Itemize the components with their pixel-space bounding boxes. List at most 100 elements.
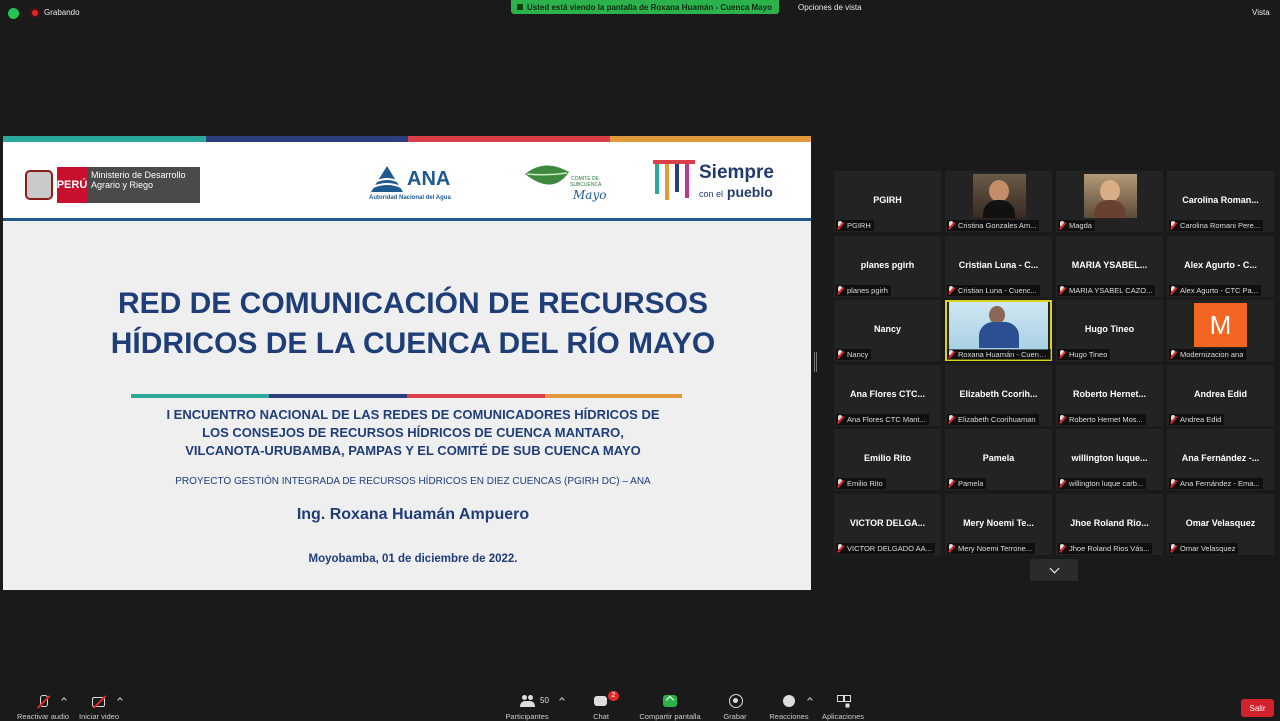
- participant-display-name: Ana Flores CTC...: [849, 389, 925, 399]
- participant-name-label: Modernizacion ana: [1180, 350, 1244, 359]
- participant-tile[interactable]: VICTOR DELGA... VICTOR DELGADO AA...: [834, 494, 941, 555]
- participant-name-label: Roberto Hernet Mos...: [1069, 415, 1143, 424]
- siempre-subline: con el pueblo: [699, 184, 773, 200]
- participant-tile[interactable]: Carolina Roman... Carolina Romani Pere...: [1167, 171, 1274, 232]
- participant-tile[interactable]: Elizabeth Ccorih... Elizabeth Ccorihuaman: [945, 365, 1052, 426]
- participant-name-tag: Elizabeth Ccorihuaman: [947, 414, 1039, 425]
- participant-tile[interactable]: Magda: [1056, 171, 1163, 232]
- video-options-caret-icon[interactable]: [117, 697, 123, 703]
- share-indicator-icon: [517, 4, 523, 10]
- record-icon: [728, 694, 743, 708]
- participant-name-label: willington luque carb...: [1069, 479, 1144, 488]
- peru-crest-icon: [25, 170, 53, 200]
- participant-name-label: Alex Agurto - CTC Pa...: [1180, 286, 1258, 295]
- participants-icon: [520, 695, 535, 707]
- share-banner-text: Usted está viendo la pantalla de Roxana …: [527, 2, 772, 12]
- participant-display-name: Andrea Edid: [1193, 389, 1247, 399]
- muted-mic-icon: [836, 286, 844, 295]
- participant-name-label: Andrea Edid: [1180, 415, 1222, 424]
- participant-name-label: Carolina Romani Pere...: [1180, 221, 1261, 230]
- gallery-next-page-button[interactable]: [1030, 559, 1078, 581]
- participant-name-tag: Hugo Tineo: [1058, 349, 1111, 360]
- security-shield-icon[interactable]: [8, 8, 19, 19]
- muted-mic-icon: [36, 695, 50, 707]
- participant-name-tag: MARIA YSABEL CAZO...: [1058, 285, 1156, 296]
- peru-ministry-logo: PERÚ Ministerio de Desarrollo Agrario y …: [25, 166, 200, 204]
- apps-button[interactable]: Aplicaciones: [808, 688, 878, 721]
- mid-divider-navy: [269, 394, 407, 398]
- slide-subtitle-line-1: I ENCUENTRO NACIONAL DE LAS REDES DE COM…: [166, 407, 660, 422]
- participant-tile[interactable]: Omar Velasquez Omar Velasquez: [1167, 494, 1274, 555]
- participant-tile[interactable]: Nancy Nancy: [834, 300, 941, 361]
- participant-tile[interactable]: Andrea Edid Andrea Edid: [1167, 365, 1274, 426]
- participant-name-label: Cristian Luna - Cuenc...: [958, 286, 1037, 295]
- participant-tile[interactable]: Cristina Gonzales Am...: [945, 171, 1052, 232]
- muted-mic-icon: [1169, 479, 1177, 488]
- start-video-button[interactable]: Iniciar video: [64, 688, 134, 721]
- participant-display-name: Carolina Roman...: [1182, 195, 1259, 205]
- participant-display-name: Nancy: [873, 324, 901, 334]
- split-view-handle[interactable]: [814, 352, 817, 372]
- participant-tile[interactable]: planes pgirh planes pgirh: [834, 236, 941, 297]
- participant-name-tag: Ana Fernández - Ema...: [1169, 478, 1263, 489]
- participant-name-tag: Emilio Rito: [836, 478, 886, 489]
- participant-name-tag: Mery Noemi Terrone...: [947, 543, 1036, 554]
- participant-tile[interactable]: Jhoe Roland Rio... Jhoe Roland Rios Vás..…: [1056, 494, 1163, 555]
- mid-divider-orange: [545, 394, 682, 398]
- participant-name-label: Ana Fernández - Ema...: [1180, 479, 1260, 488]
- participant-tile[interactable]: Hugo Tineo Hugo Tineo: [1056, 300, 1163, 361]
- participant-name-label: Mery Noemi Terrone...: [958, 544, 1033, 553]
- participant-name-label: planes pgirh: [847, 286, 888, 295]
- slide-title-line-1: RED DE COMUNICACIÓN DE RECURSOS: [117, 287, 709, 320]
- participant-display-name: Jhoe Roland Rio...: [1070, 518, 1149, 528]
- participant-name-label: VICTOR DELGADO AA...: [847, 544, 932, 553]
- participants-caret-icon[interactable]: [559, 697, 565, 703]
- chat-icon: [594, 695, 608, 707]
- participant-tile[interactable]: Emilio Rito Emilio Rito: [834, 429, 941, 490]
- apps-icon: [836, 695, 851, 707]
- participant-display-name: MARIA YSABEL...: [1071, 260, 1148, 270]
- participant-tile[interactable]: M Modernizacion ana: [1167, 300, 1274, 361]
- reactions-icon: [782, 695, 796, 707]
- participant-tile[interactable]: willington luque... willington luque carb…: [1056, 429, 1163, 490]
- participant-name-label: Nancy: [847, 350, 869, 359]
- siempre-wordmark: Siempre: [699, 162, 774, 183]
- participants-button[interactable]: 50 Participantes: [492, 688, 565, 721]
- participant-tile[interactable]: Cristian Luna - C... Cristian Luna - Cuen…: [945, 236, 1052, 297]
- participant-tile[interactable]: Alex Agurto - C... Alex Agurto - CTC Pa..…: [1167, 236, 1274, 297]
- comite-mayo-logo: COMITÉ DE SUBCUENCA Mayo: [523, 162, 606, 210]
- participant-tile[interactable]: Mery Noemi Te... Mery Noemi Terrone...: [945, 494, 1052, 555]
- ana-subtitle: Autoridad Nacional del Agua: [369, 195, 451, 201]
- participant-name-label: Roxana Huamán - Cuenc...: [958, 350, 1048, 359]
- view-options-button[interactable]: Opciones de vista: [798, 3, 862, 12]
- shared-slide: PERÚ Ministerio de Desarrollo Agrario y …: [3, 136, 811, 590]
- recording-label: Grabando: [44, 8, 80, 17]
- muted-mic-icon: [1058, 221, 1066, 230]
- participant-tile[interactable]: PGIRH PGIRH: [834, 171, 941, 232]
- meeting-top-bar: Grabando Usted está viendo la pantalla d…: [0, 0, 1280, 26]
- participant-tile[interactable]: Roberto Hernet... Roberto Hernet Mos...: [1056, 365, 1163, 426]
- participant-tile[interactable]: Ana Fernández -... Ana Fernández - Ema...: [1167, 429, 1274, 490]
- participant-display-name: willington luque...: [1071, 453, 1148, 463]
- participant-tile[interactable]: Ana Flores CTC... Ana Flores CTC Mant...: [834, 365, 941, 426]
- muted-mic-icon: [947, 544, 955, 553]
- leave-meeting-button[interactable]: Salir: [1241, 699, 1274, 717]
- participant-display-name: Elizabeth Ccorih...: [959, 389, 1038, 399]
- participant-tile[interactable]: Pamela Pamela: [945, 429, 1052, 490]
- ministry-label: Ministerio de Desarrollo Agrario y Riego: [87, 167, 200, 203]
- share-screen-icon: [663, 695, 677, 707]
- muted-mic-icon: [1058, 350, 1066, 359]
- view-button[interactable]: Vista: [1252, 8, 1270, 17]
- participant-name-tag: Roxana Huamán - Cuenc...: [947, 349, 1051, 360]
- muted-mic-icon: [836, 350, 844, 359]
- participant-name-label: Jhoe Roland Rios Vás...: [1069, 544, 1150, 553]
- participant-tile[interactable]: MARIA YSABEL... MARIA YSABEL CAZO...: [1056, 236, 1163, 297]
- muted-mic-icon: [836, 544, 844, 553]
- muted-mic-icon: [947, 350, 955, 359]
- chat-button[interactable]: 2 Chat: [566, 688, 636, 721]
- participant-tile[interactable]: Roxana Huamán - Cuenc...: [945, 300, 1052, 361]
- share-screen-button[interactable]: Compartir pantalla: [635, 688, 705, 721]
- participant-display-name: Hugo Tineo: [1084, 324, 1135, 334]
- peru-label: PERÚ: [57, 167, 87, 203]
- siempre-figures-icon: [653, 160, 695, 200]
